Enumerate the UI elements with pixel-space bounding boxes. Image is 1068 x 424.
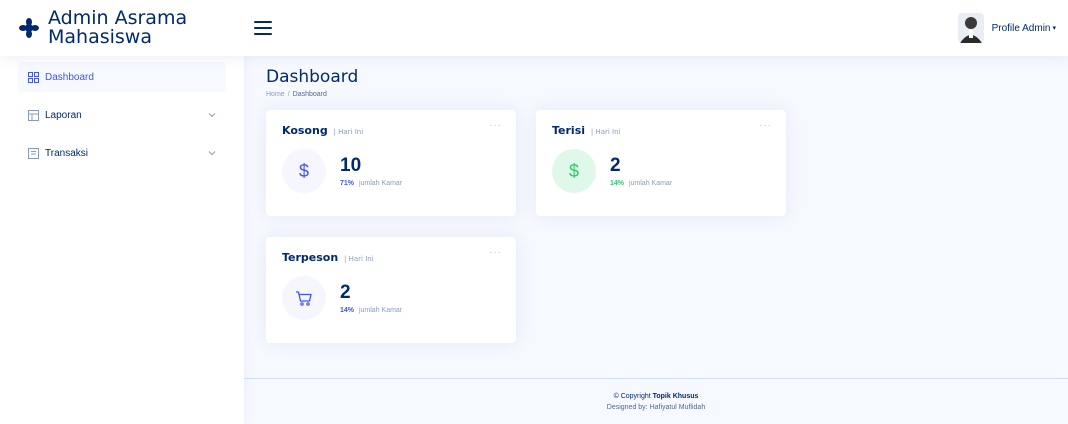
sidebar-toggle-icon[interactable]: [254, 21, 272, 35]
breadcrumb: Home / Dashboard: [266, 91, 1056, 98]
sidebar: Dashboard Laporan Transaksi: [0, 56, 244, 424]
card-menu-icon[interactable]: ···: [489, 120, 502, 131]
sidebar-item-label: Laporan: [45, 109, 82, 121]
card-meta: 14% jumlah Kamar: [610, 180, 672, 187]
card-caption: jumlah Kamar: [358, 306, 403, 314]
top-header: Admin Asrama Mahasiswa Profile Admin ▾: [0, 0, 1068, 56]
chevron-down-icon: [208, 151, 216, 156]
card-value: 10: [340, 154, 362, 176]
page-title: Dashboard: [266, 67, 359, 87]
card-caption: jumlah Kamar: [628, 179, 673, 187]
profile-menu[interactable]: Profile Admin ▾: [957, 13, 1056, 43]
card-meta: 14% jumlah Kamar: [340, 307, 402, 314]
sidebar-item-label: Dashboard: [45, 71, 94, 83]
card-value: 2: [340, 281, 351, 303]
footer-copyright: © Copyright Topik Khusus: [244, 393, 1068, 400]
card-title: Terisi | Hari Ini: [552, 124, 770, 137]
chevron-down-icon: [208, 113, 216, 118]
sidebar-item-dashboard[interactable]: Dashboard: [18, 62, 226, 92]
layout-icon: [28, 109, 39, 121]
breadcrumb-home[interactable]: Home: [266, 91, 285, 98]
card-subtitle: | Hari Ini: [590, 128, 621, 136]
breadcrumb-separator: /: [287, 91, 290, 98]
avatar: [957, 13, 984, 43]
logo-icon: [19, 18, 39, 38]
footer-credits: Designed by: Hafiyatul Muflidah: [606, 404, 706, 411]
app-title-line2: Mahasiswa: [48, 26, 152, 48]
card-meta: 71% jumlah Kamar: [340, 180, 402, 187]
app-logo[interactable]: Admin Asrama Mahasiswa: [0, 9, 246, 47]
card-title: Terpeson | Hari Ini: [282, 251, 500, 264]
sidebar-item-laporan[interactable]: Laporan: [18, 100, 226, 130]
copyright-prefix: © Copyright: [613, 393, 651, 400]
card-body: 2 14% jumlah Kamar: [282, 276, 500, 320]
dollar-icon: $: [282, 149, 326, 193]
app-title: Admin Asrama Mahasiswa: [48, 9, 187, 47]
card-menu-icon[interactable]: ···: [489, 247, 502, 258]
card-title-text: Terisi: [552, 124, 586, 137]
card-subtitle: | Hari Ini: [333, 128, 364, 136]
sidebar-item-label: Transaksi: [45, 147, 88, 159]
cart-icon: [282, 276, 326, 320]
journal-icon: [28, 147, 39, 159]
profile-label: Profile Admin: [991, 22, 1051, 34]
card-terisi: ··· Terisi | Hari Ini $ 2 14% jumlah Kam…: [536, 110, 786, 216]
card-kosong: ··· Kosong | Hari Ini $ 10 71% jumlah Ka…: [266, 110, 516, 216]
card-menu-icon[interactable]: ···: [759, 120, 772, 131]
card-caption: jumlah Kamar: [358, 179, 403, 187]
card-body: $ 10 71% jumlah Kamar: [282, 149, 500, 193]
card-title-text: Terpeson: [282, 251, 339, 264]
dollar-icon: $: [552, 149, 596, 193]
breadcrumb-current: Dashboard: [292, 91, 327, 98]
card-subtitle: | Hari Ini: [344, 255, 374, 263]
grid-icon: [28, 71, 39, 83]
card-percent: 14%: [340, 306, 355, 314]
card-terpeson: ··· Terpeson | Hari Ini 2 14% jumlah Kam…: [266, 237, 516, 343]
card-title: Kosong | Hari Ini: [282, 124, 500, 137]
cart-icon-glyph: [296, 291, 312, 306]
card-percent: 71%: [340, 179, 355, 187]
card-title-text: Kosong: [282, 124, 328, 137]
sidebar-item-transaksi[interactable]: Transaksi: [18, 138, 226, 168]
card-percent: 14%: [610, 179, 625, 187]
card-value: 2: [610, 154, 621, 176]
copyright-name: Topik Khusus: [652, 393, 699, 400]
footer: © Copyright Topik Khusus Designed by: Ha…: [244, 378, 1068, 424]
chevron-down-icon: ▾: [1052, 25, 1056, 32]
main-content: Dashboard Home / Dashboard: [266, 56, 1056, 98]
card-body: $ 2 14% jumlah Kamar: [552, 149, 770, 193]
